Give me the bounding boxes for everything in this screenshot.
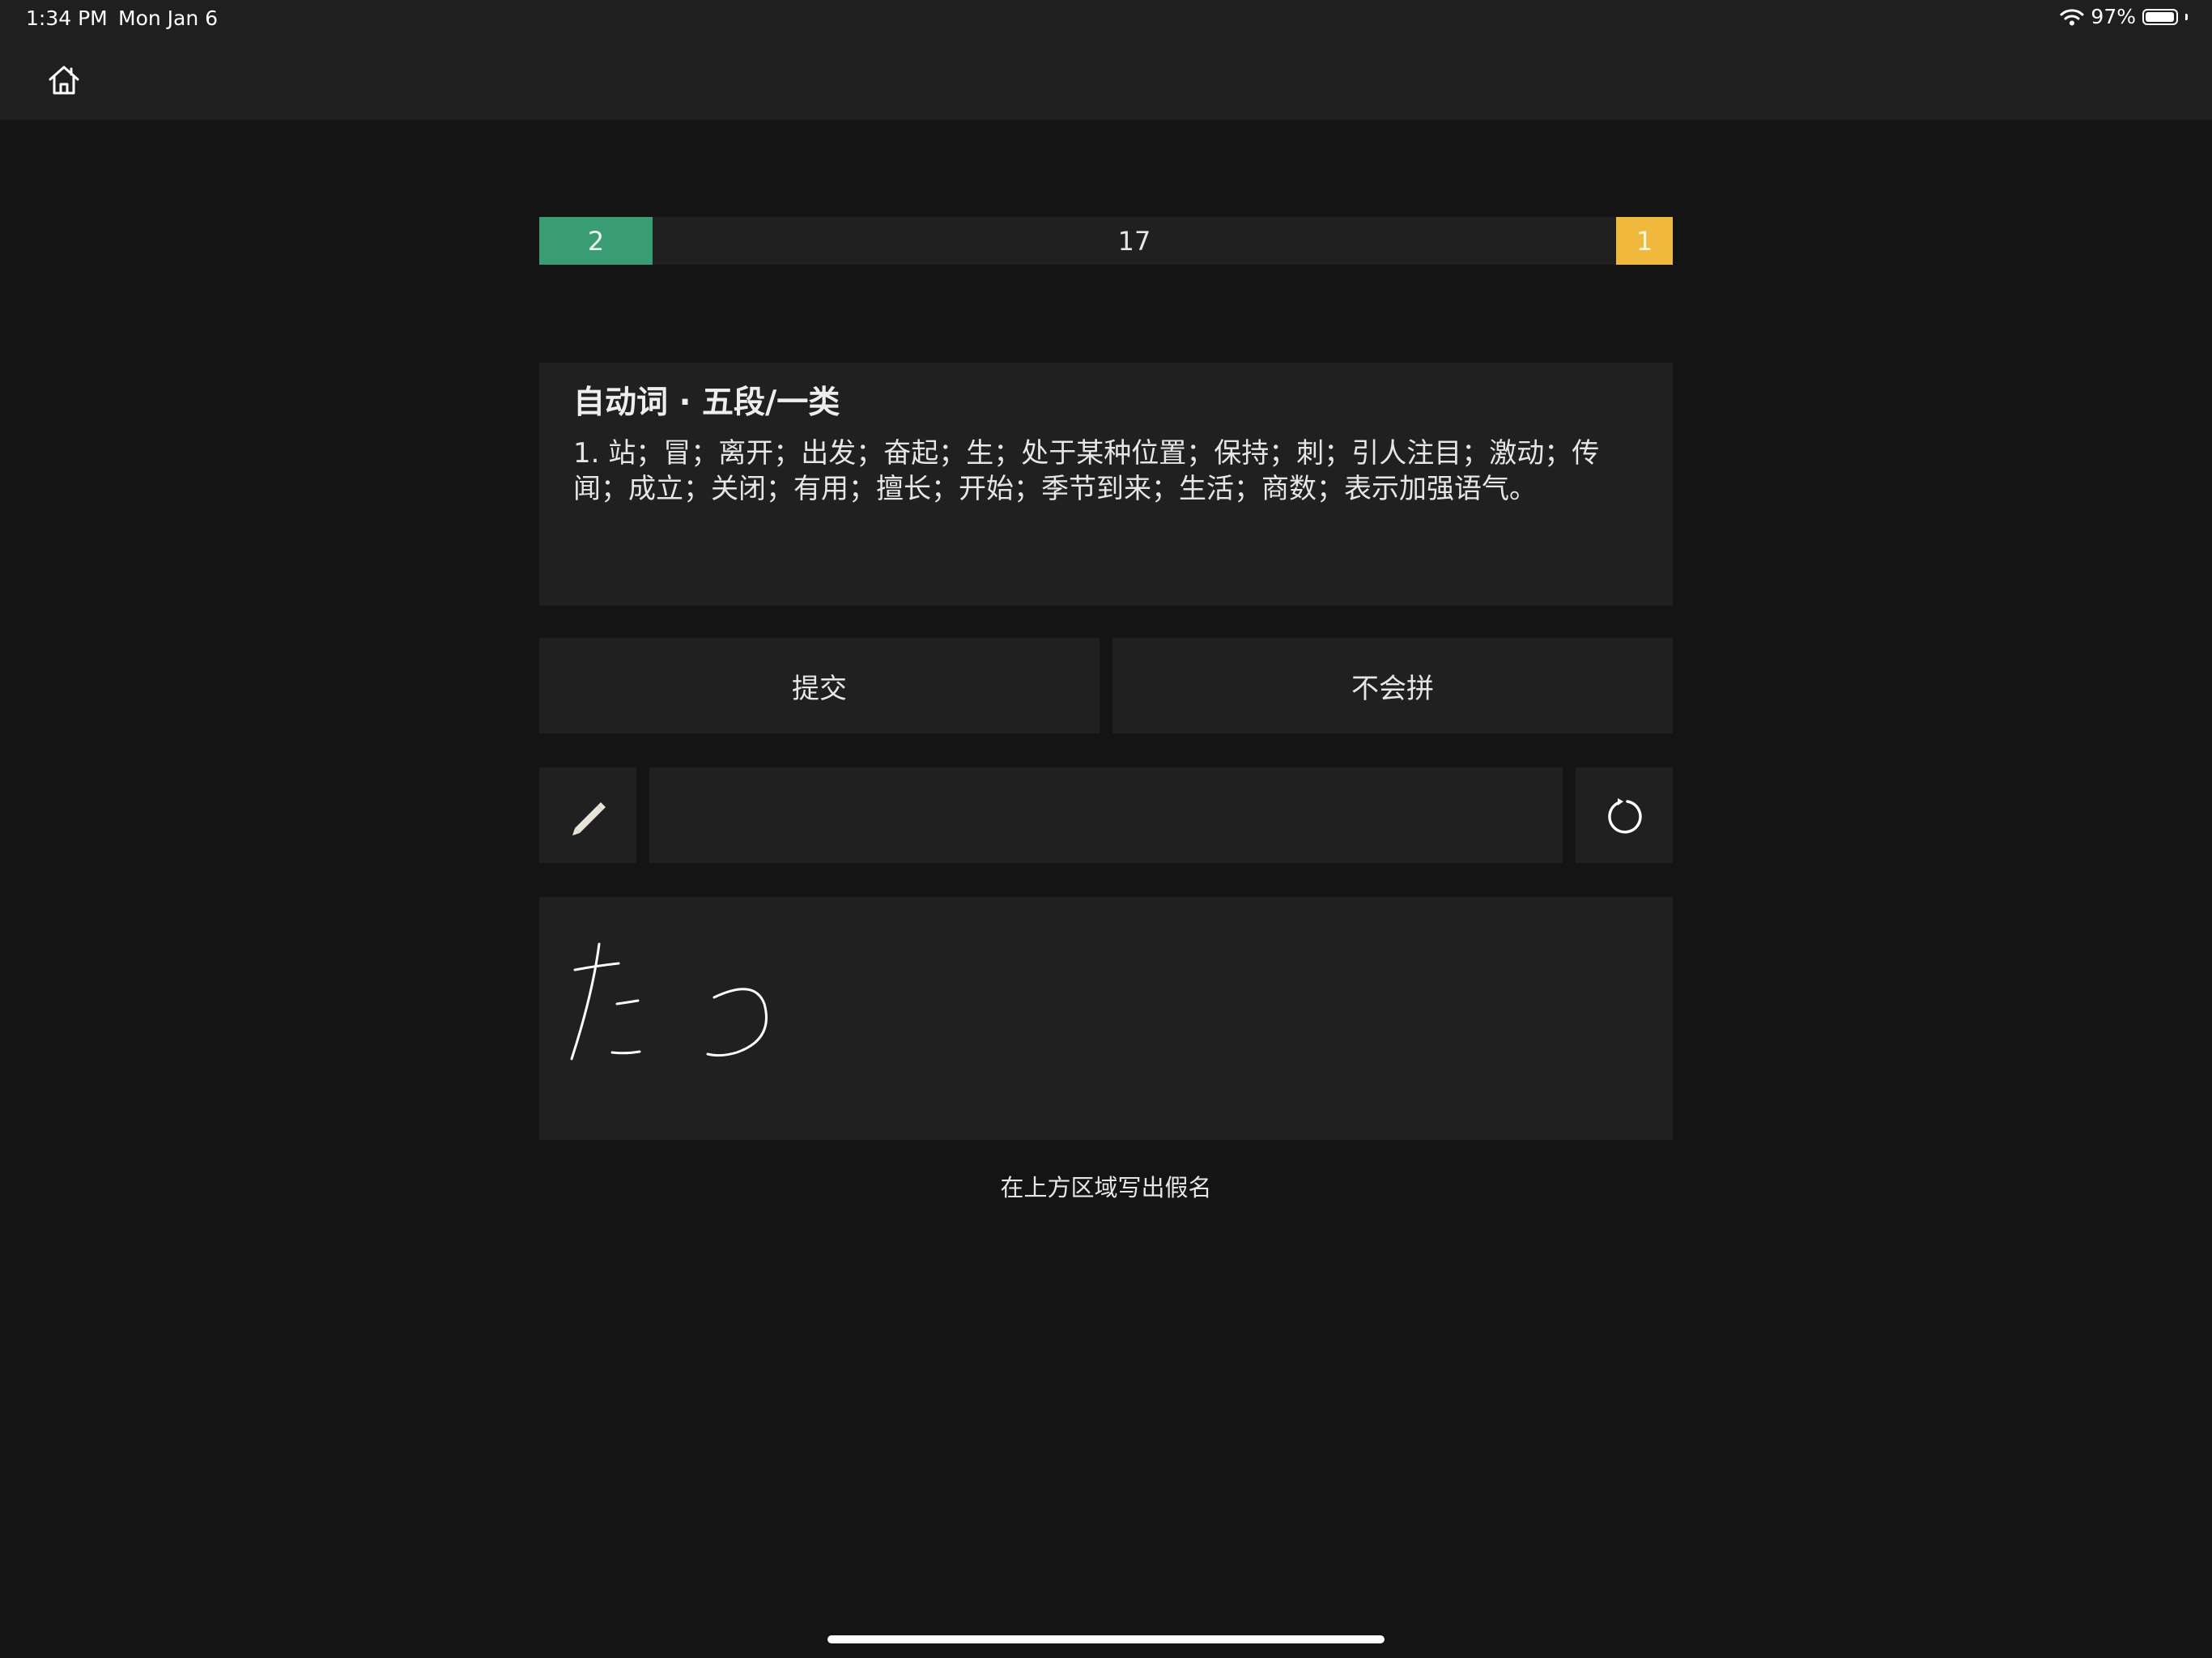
submit-button[interactable]: 提交 — [539, 638, 1100, 733]
progress-bar: 2 17 1 — [539, 217, 1673, 265]
app-screen: 1:34 PM Mon Jan 6 97% 2 17 1 自动词 · 五段/一类… — [0, 0, 2212, 1658]
progress-wrong-count: 1 — [1616, 217, 1673, 265]
definition-card: 自动词 · 五段/一类 1. 站；冒；离开；出发；奋起；生；处于某种位置；保持；… — [539, 363, 1673, 606]
refresh-icon — [1608, 798, 1642, 834]
home-indicator[interactable] — [827, 1635, 1385, 1643]
answer-field[interactable] — [649, 767, 1563, 863]
status-time: 1:34 PM — [26, 6, 108, 30]
pencil-button[interactable] — [539, 767, 636, 863]
word-type-label: 自动词 · 五段/一类 — [573, 385, 840, 421]
wifi-icon — [2060, 8, 2084, 25]
handwriting-strokes — [570, 942, 768, 1061]
battery-percent: 97% — [2091, 5, 2136, 28]
pencil-icon — [572, 802, 606, 835]
battery-cap — [2185, 13, 2188, 20]
home-icon — [49, 66, 79, 95]
reset-button[interactable] — [1576, 767, 1673, 863]
battery-icon — [2142, 8, 2178, 25]
status-bar: 1:34 PM Mon Jan 6 97% — [0, 0, 2212, 39]
dont-know-button[interactable]: 不会拼 — [1112, 638, 1673, 733]
handwriting-canvas[interactable] — [539, 897, 1673, 1140]
status-right: 97% — [2060, 5, 2188, 28]
home-button[interactable] — [47, 63, 81, 97]
hint-text: 在上方区域写出假名 — [1000, 1174, 1212, 1201]
status-date: Mon Jan 6 — [118, 6, 219, 30]
progress-correct-count: 2 — [539, 217, 653, 265]
meaning-text: 1. 站；冒；离开；出发；奋起；生；处于某种位置；保持；刺；引人注目；激动；传闻… — [573, 437, 1600, 505]
progress-remaining-count: 17 — [1117, 225, 1151, 257]
